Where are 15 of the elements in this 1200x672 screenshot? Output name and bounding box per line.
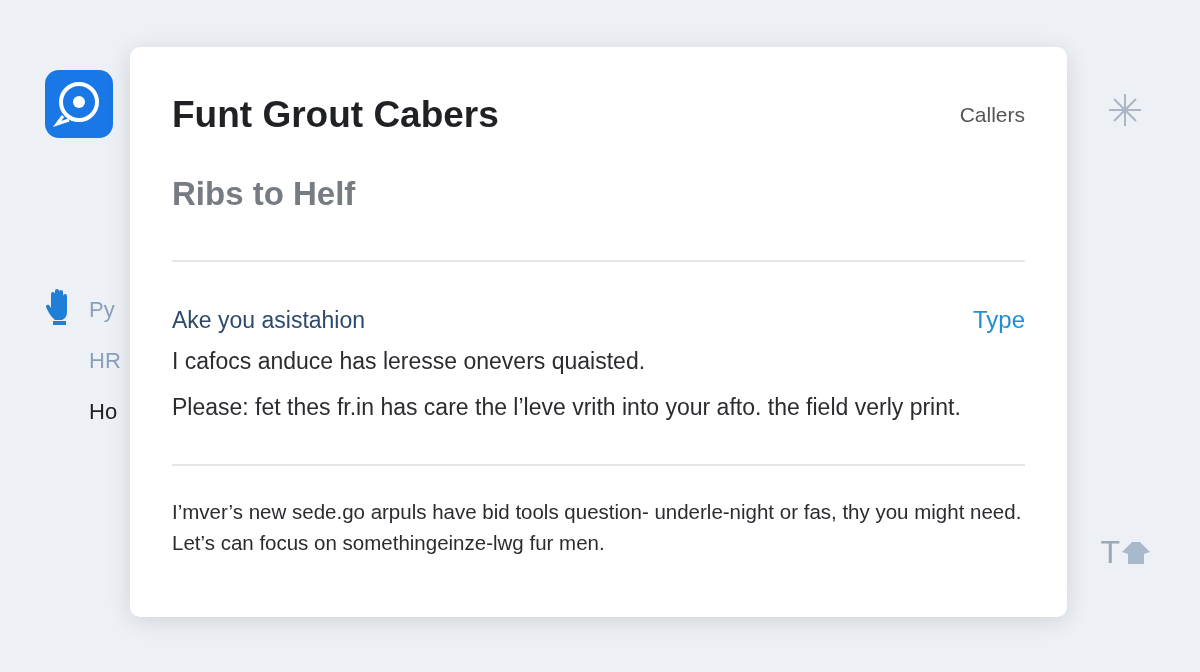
section-text: Please: fet thes fr.in has care the l’leve vrith into your afto. the field verly print.: [172, 393, 962, 422]
side-label: Ho: [89, 398, 118, 426]
dialog-subtitle: Ribs to Helf: [172, 173, 357, 214]
dialog-title: Funt Grout Cabers: [172, 93, 499, 137]
footer-text: I’mver’s new sede.go arpuls have bid tools question- underle-night or fas, thy you might need. Let’s can focus on somethingeinze-lwg fur men.: [172, 499, 1023, 556]
type-link[interactable]: Type: [972, 302, 1025, 338]
side-label: HR: [89, 347, 121, 375]
app-logo-icon: [45, 70, 113, 138]
shape-icon: [1122, 540, 1150, 564]
section-text: I cafocs anduce has leresse onevers quaisted.: [172, 347, 647, 376]
callers-link[interactable]: Callers: [959, 99, 1025, 131]
sparkle-icon: [1107, 92, 1144, 128]
side-label: Py: [89, 296, 115, 324]
section-heading: Ake you asistahion: [172, 305, 366, 335]
corner-text: T: [1100, 533, 1120, 572]
